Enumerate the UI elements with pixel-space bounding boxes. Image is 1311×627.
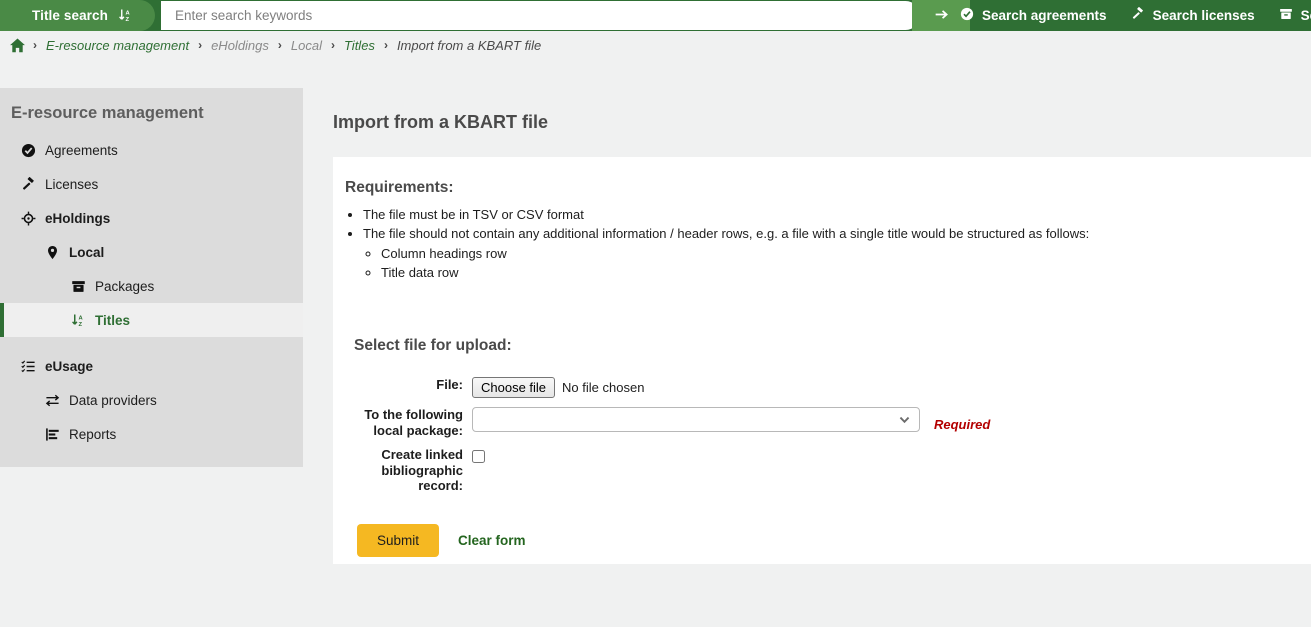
sidebar-item-label: Reports [69,427,116,442]
target-icon [20,210,36,226]
gavel-icon [20,176,36,192]
sidebar-item-packages[interactable]: Packages [0,269,303,303]
search-input[interactable] [161,1,920,30]
package-label: To the following local package: [345,407,472,438]
file-input[interactable]: Choose file No file chosen [472,377,644,398]
choose-file-button[interactable]: Choose file [472,377,555,398]
top-nav-links: Search agreements Search licenses Se [960,0,1311,31]
package-required-note: Required [934,414,990,432]
sidebar: E-resource management Agreements License… [0,88,303,467]
sidebar-item-data-providers[interactable]: Data providers [0,383,303,417]
sort-az-icon: A Z [70,312,86,328]
page-title: Import from a KBART file [333,100,1311,145]
nav-label: Search agreements [982,8,1107,23]
sidebar-item-label: Data providers [69,393,157,408]
sidebar-item-label: eHoldings [45,211,110,226]
sidebar-item-eholdings[interactable]: eHoldings [0,201,303,235]
search-mode-label: Title search [32,8,108,23]
sidebar-item-label: Licenses [45,177,98,192]
requirement-subitem: Title data row [381,263,1311,282]
breadcrumb-item-eholdings[interactable]: eHoldings [209,38,271,53]
sidebar-divider-gap [0,337,303,349]
svg-text:Z: Z [78,322,82,328]
bar-chart-icon [44,426,60,442]
upload-form: File: Choose file No file chosen To the … [345,377,1311,557]
file-row: File: Choose file No file chosen [345,377,1311,398]
requirement-sublist: Column headings row Title data row [381,244,1311,282]
create-bib-checkbox[interactable] [472,450,485,463]
requirement-subitem: Column headings row [381,244,1311,263]
sidebar-item-titles[interactable]: A Z Titles [0,303,303,337]
svg-text:A: A [78,315,83,321]
task-list-icon [20,358,36,374]
create-bib-row: Create linked bibliographic record: [345,447,1311,494]
sidebar-item-label: Agreements [45,143,118,158]
requirements-heading: Requirements: [345,179,1311,197]
breadcrumb-item-current: Import from a KBART file [395,38,543,53]
nav-label: Search licenses [1153,8,1255,23]
sidebar-item-label: Titles [95,313,130,328]
nav-search-packages[interactable]: Se [1279,7,1311,24]
sidebar-title: E-resource management [0,100,303,133]
create-bib-label: Create linked bibliographic record: [345,447,472,494]
main-content: Import from a KBART file Requirements: T… [333,88,1311,540]
sidebar-item-label: Packages [95,279,154,294]
requirements-list: The file must be in TSV or CSV format Th… [363,205,1311,282]
swap-arrows-icon [44,392,60,408]
clear-form-link[interactable]: Clear form [452,533,532,548]
requirement-text: The file should not contain any addition… [363,226,1089,241]
gavel-icon [1131,7,1145,24]
package-row: To the following local package: Required [345,407,1311,438]
file-label: File: [345,377,472,393]
import-panel: Requirements: The file must be in TSV or… [333,157,1311,564]
breadcrumb-separator: › [26,38,44,52]
sidebar-item-agreements[interactable]: Agreements [0,133,303,167]
breadcrumb-separator: › [324,38,342,52]
breadcrumb-item-titles[interactable]: Titles [342,38,377,53]
breadcrumb-separator: › [191,38,209,52]
sidebar-item-label: Local [69,245,104,260]
package-icon [1279,7,1293,24]
svg-text:Z: Z [126,17,130,23]
package-select[interactable] [472,407,920,432]
map-pin-icon [44,244,60,260]
check-circle-icon [20,142,36,158]
nav-search-licenses[interactable]: Search licenses [1131,7,1255,24]
sidebar-item-label: eUsage [45,359,93,374]
sort-az-icon: A Z [118,8,133,23]
top-navigation-bar: Title search A Z [0,0,1311,31]
breadcrumb: › E-resource management › eHoldings › Lo… [0,31,1311,59]
breadcrumb-item-e-resource-management[interactable]: E-resource management [44,38,191,53]
arrow-right-icon [933,6,950,26]
requirement-text: The file must be in TSV or CSV format [363,207,584,222]
requirement-item: The file must be in TSV or CSV format [363,205,1311,224]
package-icon [70,278,86,294]
select-file-heading: Select file for upload: [354,337,1311,355]
sidebar-item-licenses[interactable]: Licenses [0,167,303,201]
sidebar-item-local[interactable]: Local [0,235,303,269]
requirement-item: The file should not contain any addition… [363,224,1311,282]
svg-text:A: A [126,11,131,17]
breadcrumb-separator: › [377,38,395,52]
check-circle-icon [960,7,974,24]
sidebar-item-reports[interactable]: Reports [0,417,303,451]
nav-label: Se [1301,8,1311,23]
breadcrumb-separator: › [271,38,289,52]
search-mode-selector[interactable]: Title search A Z [0,0,155,31]
breadcrumb-item-local[interactable]: Local [289,38,324,53]
submit-button[interactable]: Submit [357,524,439,557]
nav-search-agreements[interactable]: Search agreements [960,7,1107,24]
file-status-text: No file chosen [562,380,644,395]
form-actions: Submit Clear form [357,524,1311,557]
package-select-wrapper [472,407,920,432]
sidebar-item-eusage[interactable]: eUsage [0,349,303,383]
home-icon[interactable] [9,37,26,54]
